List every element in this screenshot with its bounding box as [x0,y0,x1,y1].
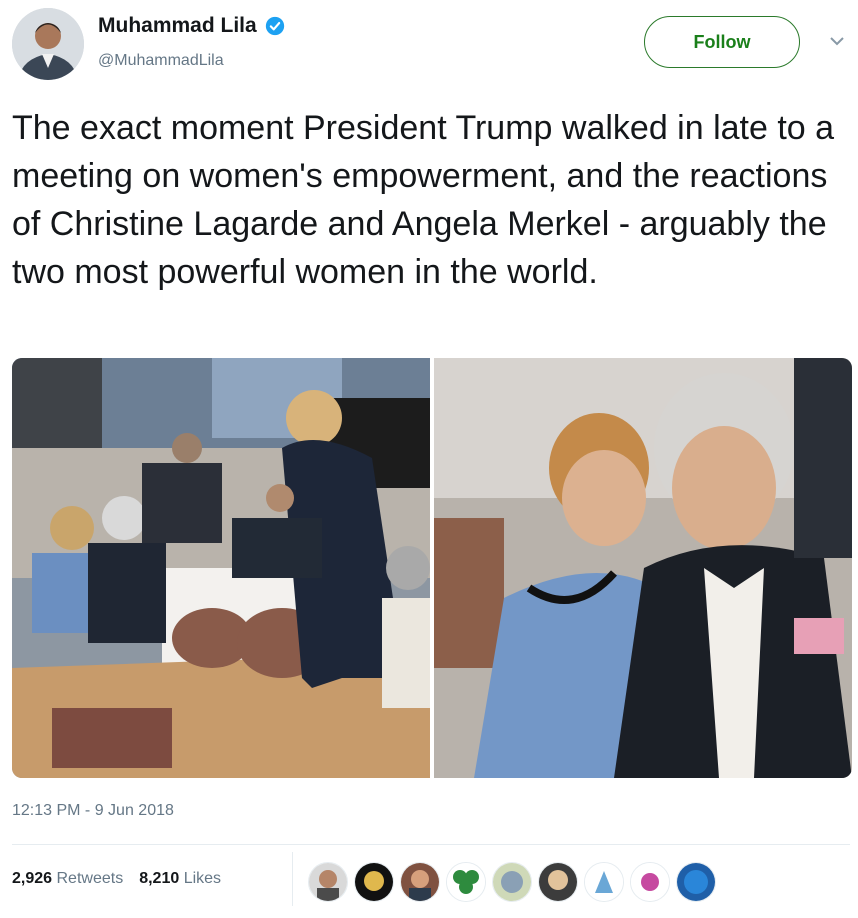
liker-avatar[interactable] [354,862,394,902]
liker-avatar[interactable] [584,862,624,902]
author-avatar[interactable] [12,8,84,80]
photo-meeting-wide[interactable] [12,358,430,778]
tweet-timestamp[interactable]: 12:13 PM - 9 Jun 2018 [12,802,174,820]
liker-avatar[interactable] [446,862,486,902]
stats-divider [292,852,293,906]
verified-badge-icon [265,16,284,36]
author-name[interactable]: Muhammad Lila [98,14,285,38]
author-name-text[interactable]: Muhammad Lila [98,14,257,38]
author-handle[interactable]: @MuhammadLila [98,52,224,70]
tweet-stats: 2,926 Retweets 8,210 Likes [12,870,221,888]
photo-merkel-lagarde-closeup[interactable] [434,358,852,778]
tweet-media[interactable] [12,358,852,778]
liker-avatar[interactable] [492,862,532,902]
retweets-count: 2,926 [12,870,53,887]
retweets-label: Retweets [56,870,124,887]
likes-stat[interactable]: 8,210 Likes [139,870,221,888]
liker-avatar[interactable] [630,862,670,902]
divider [12,844,850,845]
retweets-stat[interactable]: 2,926 Retweets [12,870,123,888]
likes-count: 8,210 [139,870,180,887]
liker-avatar[interactable] [676,862,716,902]
tweet-text: The exact moment President Trump walked … [12,109,835,291]
chevron-down-icon[interactable] [828,34,846,48]
liker-avatar[interactable] [400,862,440,902]
liker-avatar[interactable] [538,862,578,902]
liker-avatar[interactable] [308,862,348,902]
liker-avatars [308,862,716,902]
likes-label: Likes [183,870,222,887]
follow-button[interactable]: Follow [644,16,800,68]
